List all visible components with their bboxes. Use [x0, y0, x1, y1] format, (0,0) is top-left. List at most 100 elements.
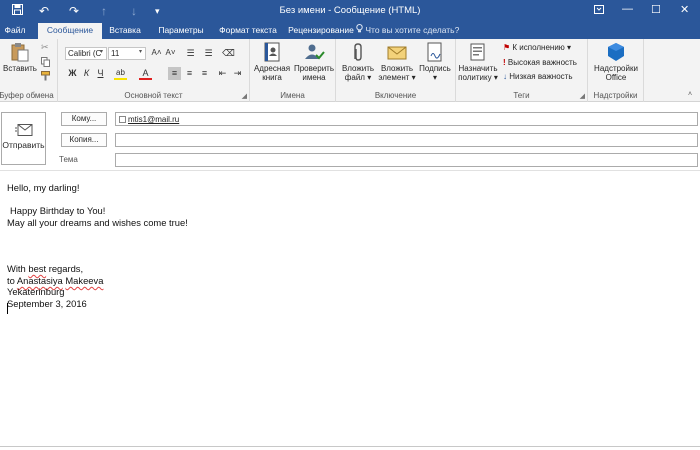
clipboard-group-label: Буфер обмена — [0, 91, 54, 100]
italic-button[interactable]: К — [80, 67, 93, 80]
save-icon[interactable] — [12, 4, 23, 18]
check-names-icon — [305, 44, 325, 60]
assign-policy-label-2: политику ▾ — [458, 73, 498, 82]
group-names: Адресная книга Проверить имена Имена — [250, 39, 336, 102]
send-button[interactable]: Отправить — [1, 112, 46, 165]
signature-icon — [427, 42, 442, 62]
to-field[interactable]: mtis1@mail.ru — [115, 112, 698, 126]
redo-icon[interactable]: ↷ — [69, 4, 79, 18]
address-book-button[interactable]: Адресная книга — [252, 42, 292, 82]
shrink-font-button[interactable]: A˅ — [164, 47, 177, 60]
cc-button[interactable]: Копия... — [61, 133, 107, 147]
collapse-ribbon-icon[interactable]: ˄ — [688, 89, 692, 100]
flag-icon: ⚑ — [503, 43, 511, 52]
wish-line-2: May all your dreams and wishes come true… — [7, 216, 188, 228]
tab-insert[interactable]: Вставка — [104, 23, 146, 39]
header-separator — [0, 170, 700, 171]
undo-icon[interactable]: ↶ — [39, 4, 49, 18]
to-part-2: Anastasiya — [16, 274, 63, 286]
cc-field[interactable] — [115, 133, 698, 147]
arrow-up-icon[interactable]: ↑ — [101, 4, 107, 18]
tab-file[interactable]: Файл — [0, 23, 30, 39]
ribbon-tabs: Файл Сообщение Вставка Параметры Формат … — [0, 23, 700, 39]
underline-button[interactable]: Ч — [94, 67, 107, 80]
tab-options[interactable]: Параметры — [150, 23, 212, 39]
send-label: Отправить — [2, 140, 45, 150]
tab-review[interactable]: Рецензирование — [286, 23, 356, 39]
basic-text-group-label: Основной текст — [124, 91, 183, 100]
arrow-down-blue-icon: ↓ — [503, 72, 507, 81]
recipient-name-line: to Anastasiya Makeeva — [7, 275, 687, 287]
office-addins-label-1: Надстройки — [594, 64, 638, 73]
attach-file-label-1: Вложить — [341, 64, 375, 73]
attach-item-button[interactable]: Вложить элемент ▾ — [376, 42, 418, 82]
message-body[interactable]: Hello, my darling! Happy Birthday to You… — [7, 182, 687, 310]
copy-icon[interactable] — [41, 57, 50, 70]
follow-up-button[interactable]: ⚑ К исполнению ▾ — [503, 42, 571, 53]
signature-label-1: Подпись — [419, 64, 451, 73]
tab-message[interactable]: Сообщение — [38, 23, 102, 39]
align-left-button[interactable]: ≡ — [168, 67, 181, 80]
lightbulb-icon — [356, 24, 365, 35]
highlight-button[interactable]: ab — [114, 67, 127, 80]
wish-line-1: Happy Birthday to You! — [10, 205, 106, 217]
cut-icon[interactable]: ✂ — [41, 42, 49, 53]
office-addins-button[interactable]: Надстройки Office — [591, 42, 641, 82]
check-names-button[interactable]: Проверить имена — [292, 42, 336, 82]
attach-item-label-2: элемент ▾ — [378, 73, 416, 82]
subject-field[interactable] — [115, 153, 698, 167]
close-icon[interactable]: ✕ — [680, 3, 689, 16]
bullets-button[interactable]: ☰ — [184, 47, 197, 60]
low-importance-label: Низкая важность — [509, 72, 573, 81]
text-caret — [7, 303, 8, 314]
tell-me-text: Что вы хотите сделать? — [365, 25, 460, 35]
customize-toolbar-icon[interactable]: ▾ — [155, 4, 160, 18]
tell-me-box[interactable]: Что вы хотите сделать? — [356, 23, 459, 39]
include-group-label: Включение — [374, 91, 417, 100]
paste-icon — [11, 43, 29, 62]
decrease-indent-button[interactable]: ⇤ — [216, 67, 229, 80]
font-size-chevron-down-icon[interactable]: ▾ — [139, 47, 142, 58]
maximize-icon[interactable]: ☐ — [651, 3, 661, 16]
attach-file-button[interactable]: Вложить файл ▾ — [338, 42, 378, 82]
signature-label-2: ▾ — [432, 73, 437, 82]
paste-button[interactable]: Вставить — [2, 42, 38, 73]
tab-format-text[interactable]: Формат текста — [214, 23, 282, 39]
city-line: Yekaterinburg — [7, 286, 65, 298]
recipient-chip[interactable]: mtis1@mail.ru — [119, 114, 179, 125]
increase-indent-button[interactable]: ⇥ — [231, 67, 244, 80]
to-part-4: Makeeva — [65, 274, 104, 286]
minimize-icon[interactable]: — — [622, 3, 633, 15]
date-line: September 3, 2016 — [7, 297, 87, 309]
to-button[interactable]: Кому... — [61, 112, 107, 126]
format-painter-icon[interactable] — [41, 71, 50, 84]
high-importance-button[interactable]: ! Высокая важность — [503, 57, 577, 68]
office-addins-label-2: Office — [605, 73, 627, 82]
align-center-button[interactable]: ≡ — [183, 67, 196, 80]
grow-font-button[interactable]: A˄ — [150, 47, 163, 60]
assign-policy-button[interactable]: Назначить политику ▾ — [456, 42, 500, 82]
closing-part-1: With — [7, 263, 29, 275]
group-include: Вложить файл ▾ Вложить элемент ▾ Подпись… — [336, 39, 456, 102]
group-tags: Назначить политику ▾ ⚑ К исполнению ▾ ! … — [456, 39, 588, 102]
low-importance-button[interactable]: ↓ Низкая важность — [503, 71, 573, 82]
tags-group-label: Теги — [513, 91, 530, 100]
arrow-down-icon[interactable]: ↓ — [131, 4, 137, 18]
clear-formatting-button[interactable]: ⌫ — [222, 47, 235, 60]
signature-button[interactable]: Подпись ▾ — [416, 42, 454, 82]
basic-text-launcher-icon[interactable]: ◢ — [242, 92, 247, 100]
numbering-button[interactable]: ☰ — [202, 47, 215, 60]
greeting-line: Hello, my darling! — [7, 182, 80, 193]
font-color-button[interactable]: A — [139, 67, 152, 80]
ribbon-options-icon[interactable] — [594, 5, 604, 16]
group-basic-text: Calibri (С ▾ 11 ▾ A˄ A˅ ☰ ☰ ⌫ Ж К Ч ab A… — [58, 39, 250, 102]
group-addins: Надстройки Office Надстройки — [588, 39, 644, 102]
font-name-chevron-down-icon[interactable]: ▾ — [100, 47, 103, 58]
tags-launcher-icon[interactable]: ◢ — [580, 92, 585, 100]
bold-button[interactable]: Ж — [66, 67, 79, 80]
align-right-button[interactable]: ≡ — [198, 67, 211, 80]
attach-file-label-2: файл ▾ — [344, 73, 372, 82]
